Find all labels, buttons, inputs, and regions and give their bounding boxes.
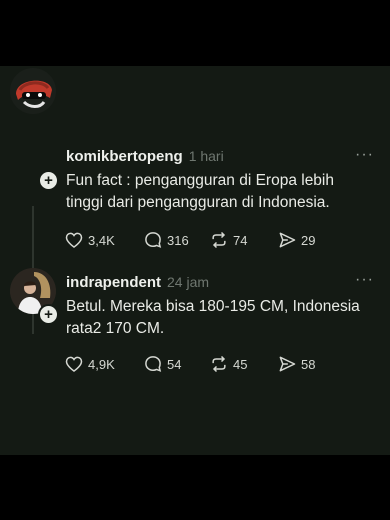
repost-icon — [212, 355, 226, 373]
post-text: Betul. Mereka bisa 180-195 CM, Indonesia… — [66, 296, 376, 340]
reply-button[interactable]: 54 — [143, 354, 209, 374]
heart-icon — [65, 356, 83, 373]
share-icon — [279, 356, 296, 372]
share-count: 29 — [301, 232, 316, 248]
post-text-line: Fun fact : pengangguran di Eropa lebih — [66, 172, 334, 189]
action-bar: 3,4K 316 74 29 — [64, 230, 315, 250]
follow-icon[interactable]: + — [38, 170, 59, 191]
follow-icon[interactable]: + — [38, 304, 59, 325]
feed-panel — [0, 66, 390, 455]
like-button[interactable]: 4,9K — [64, 354, 143, 374]
repost-button[interactable]: 45 — [209, 354, 277, 374]
reply-icon — [145, 232, 162, 248]
repost-count: 45 — [233, 356, 248, 372]
more-icon[interactable]: ··· — [355, 271, 374, 289]
reply-count: 316 — [167, 232, 189, 248]
repost-count: 74 — [233, 232, 248, 248]
post-header: indrapendent 24 jam — [66, 274, 209, 291]
post-header: komikbertopeng 1 hari — [66, 148, 224, 165]
reply-button[interactable]: 316 — [143, 230, 209, 250]
action-bar: 4,9K 54 45 58 — [64, 354, 315, 374]
post-text-line: rata2 170 CM. — [66, 320, 165, 337]
username[interactable]: komikbertopeng — [66, 148, 183, 165]
post-text: Fun fact : pengangguran di Eropa lebih t… — [66, 170, 376, 214]
timestamp: 24 jam — [167, 274, 210, 290]
repost-icon — [212, 231, 226, 249]
post-text-line: Betul. Mereka bisa 180-195 CM, Indonesia — [66, 298, 360, 315]
like-count: 3,4K — [88, 232, 115, 248]
username[interactable]: indrapendent — [66, 274, 161, 291]
reply-icon — [145, 356, 162, 372]
post-text-line: tinggi dari pengangguran di Indonesia. — [66, 194, 330, 211]
like-count: 4,9K — [88, 356, 115, 372]
share-button[interactable]: 29 — [277, 230, 315, 250]
repost-button[interactable]: 74 — [209, 230, 277, 250]
more-icon[interactable]: ··· — [355, 146, 374, 164]
share-icon — [279, 232, 296, 248]
reply-count: 54 — [167, 356, 182, 372]
like-button[interactable]: 3,4K — [64, 230, 143, 250]
avatar[interactable] — [10, 68, 56, 114]
share-count: 58 — [301, 356, 316, 372]
share-button[interactable]: 58 — [277, 354, 315, 374]
timestamp: 1 hari — [188, 148, 224, 164]
heart-icon — [65, 232, 83, 249]
